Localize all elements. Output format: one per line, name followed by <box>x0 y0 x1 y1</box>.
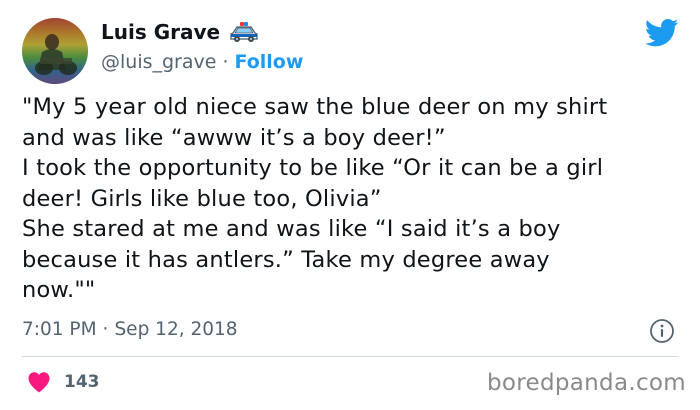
avatar[interactable] <box>22 18 88 84</box>
info-icon[interactable] <box>649 318 675 344</box>
avatar-image <box>22 18 88 84</box>
like-count: 143 <box>64 372 100 392</box>
twitter-bird-icon[interactable] <box>645 18 679 48</box>
follow-button[interactable]: Follow <box>235 49 304 75</box>
police-car-icon <box>230 22 258 42</box>
tweet-text-line: I took the opportunity to be like “Or it… <box>22 155 604 181</box>
divider <box>22 356 678 357</box>
tweet-text-line: because it has antlers.” Take my degree … <box>22 246 550 273</box>
tweet-date: Sep 12, 2018 <box>114 319 238 340</box>
author-name[interactable]: Luis Grave <box>101 18 220 46</box>
like-button[interactable]: 143 <box>27 370 100 394</box>
separator-dot: · <box>102 319 109 340</box>
tweet-text-line: She stared at me and was like “I said it… <box>22 216 561 242</box>
separator-dot: · <box>222 51 229 73</box>
tweet-text-line: and was like “awww it’s a boy deer!” <box>22 124 446 151</box>
tweet-text: "My 5 year old niece saw the blue deer o… <box>22 92 682 306</box>
tweet-text-line: "My 5 year old niece saw the blue deer o… <box>22 94 608 120</box>
tweet-timestamp[interactable]: 7:01 PM · Sep 12, 2018 <box>22 317 238 343</box>
tweet-text-line: now."" <box>22 277 96 303</box>
tweet-text-line: deer! Girls like blue too, Olivia” <box>22 185 382 212</box>
author-handle[interactable]: @luis_grave <box>101 49 216 75</box>
tweet-time: 7:01 PM <box>22 319 97 340</box>
heart-icon <box>28 372 50 393</box>
watermark: boredpanda.com <box>487 370 686 396</box>
